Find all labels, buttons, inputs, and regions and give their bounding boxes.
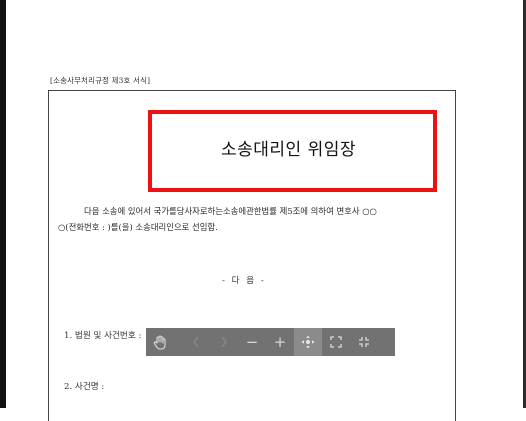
move-icon bbox=[301, 335, 315, 349]
previous-page-button[interactable] bbox=[182, 328, 210, 356]
hand-icon bbox=[153, 334, 167, 350]
chevron-left-icon bbox=[191, 335, 201, 349]
chevron-right-icon bbox=[219, 335, 229, 349]
next-page-button[interactable] bbox=[210, 328, 238, 356]
zoom-out-button[interactable]: − bbox=[238, 328, 266, 356]
move-button[interactable] bbox=[294, 328, 322, 356]
document-title: 소송대리인 위임장 bbox=[220, 139, 357, 160]
zoom-in-button[interactable]: + bbox=[266, 328, 294, 356]
fullscreen-button[interactable] bbox=[322, 328, 350, 356]
viewer-toolbar: − + bbox=[146, 328, 395, 356]
pdf-viewer: [소송사무처리규정 제3호 서식] 소송대리인 위임장 다음 소송에 있어서 국… bbox=[0, 0, 526, 421]
form-number-label: [소송사무처리규정 제3호 서식] bbox=[50, 76, 151, 85]
pan-hand-button[interactable] bbox=[146, 328, 174, 356]
minus-icon: − bbox=[245, 333, 259, 351]
subheading-details: - 다 음 - bbox=[222, 276, 266, 286]
collapse-icon bbox=[358, 336, 370, 348]
item-court-case-number: 1. 법원 및 사건번호 : bbox=[64, 331, 142, 341]
expand-icon bbox=[330, 336, 342, 348]
exit-fullscreen-button[interactable] bbox=[350, 328, 378, 356]
body-paragraph-line-1: 다음 소송에 있어서 국가를당사자로하는소송에관한법률 제5조에 의하여 변호사… bbox=[84, 206, 377, 216]
item-case-name: 2. 사건명 : bbox=[64, 382, 105, 392]
body-paragraph-line-2: ○(전화번호 : )를(을) 소송대리인으로 선임함. bbox=[58, 222, 218, 232]
plus-icon: + bbox=[273, 333, 287, 351]
